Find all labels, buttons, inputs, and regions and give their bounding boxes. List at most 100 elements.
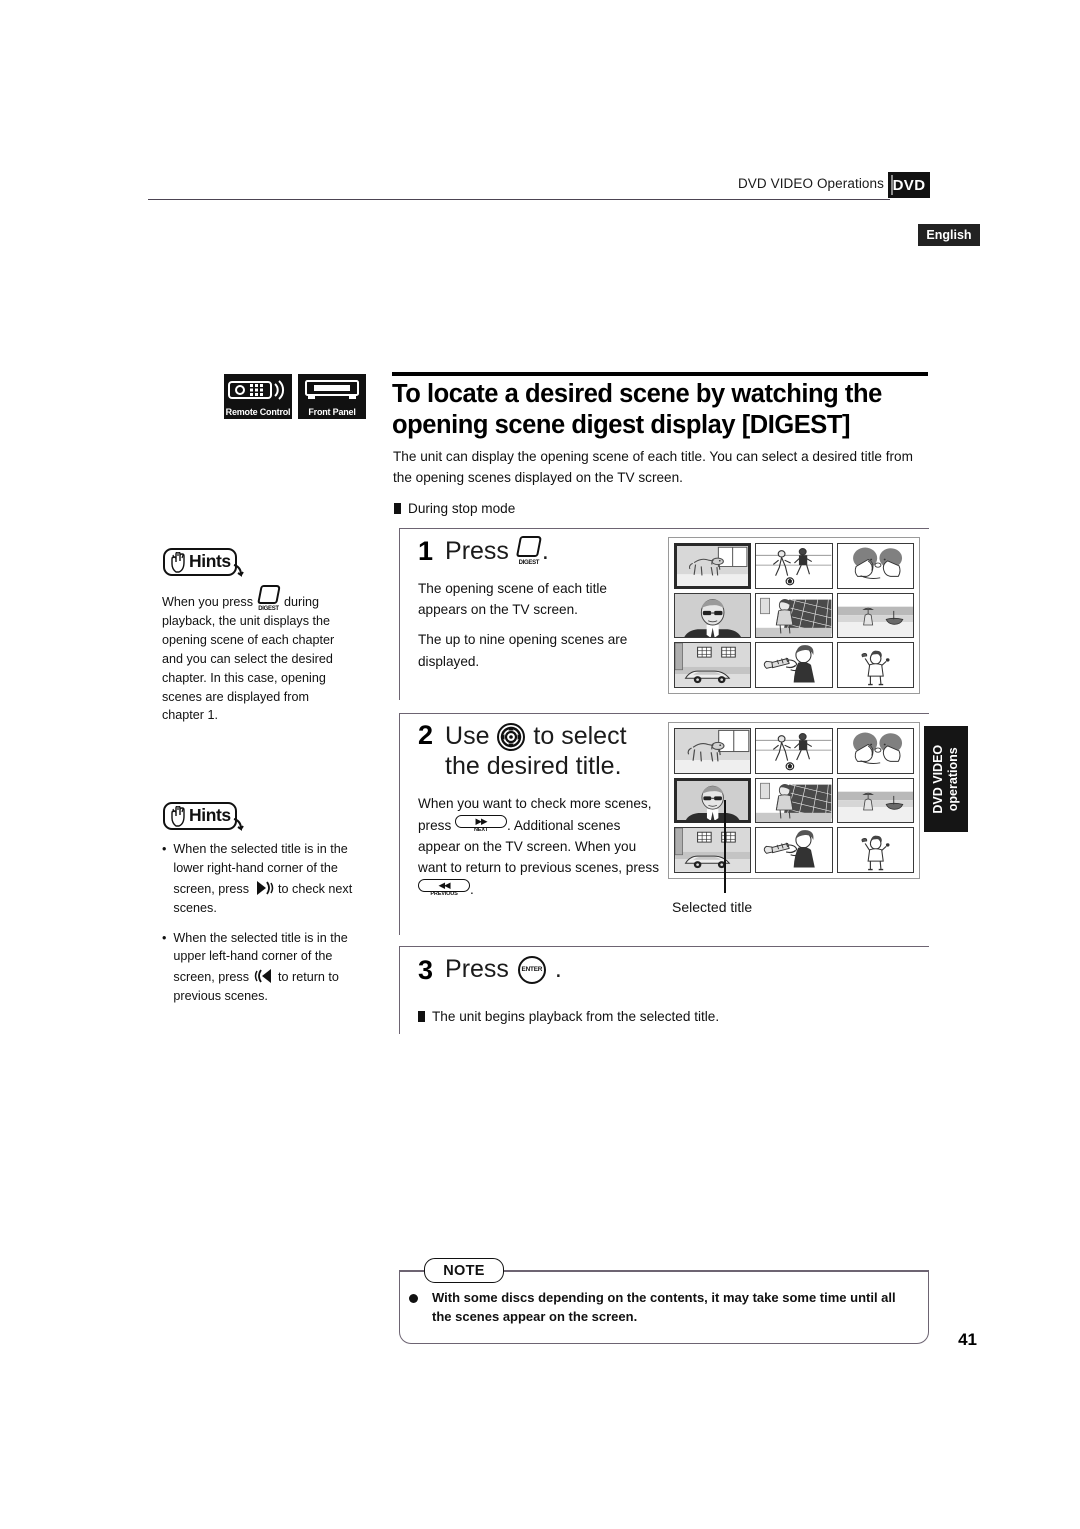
- step-1: 1 Press DIGEST . The opening scene of ea…: [418, 536, 658, 674]
- step3-result-label: The unit begins playback from the select…: [432, 1009, 720, 1024]
- device-badge-group: Remote Control Front Panel: [224, 374, 366, 419]
- step3-top-rule: [399, 946, 929, 947]
- step1-verb: Press: [445, 537, 509, 565]
- step3-period: .: [554, 955, 562, 983]
- next-button-icon[interactable]: ▶▶ NEXT: [455, 814, 508, 836]
- step2-body-text: When you want to check more scenes, pres…: [418, 793, 666, 901]
- note-bullet-dot: [409, 1294, 418, 1303]
- bullet-dot: •: [162, 842, 167, 856]
- step3-number: 3: [418, 954, 434, 985]
- scene-thumbnail-couple-kissing[interactable]: [836, 543, 914, 589]
- digest-grid-step1: [668, 537, 920, 694]
- step1-instruction: Press DIGEST .: [445, 536, 549, 566]
- front-panel-icon: [298, 379, 366, 401]
- scene-thumbnail-dog-in-room[interactable]: [674, 728, 752, 774]
- hints-text-1: When you press DIGEST during playback, t…: [162, 585, 352, 725]
- digest-grid-step2: [668, 722, 920, 879]
- scene-thumbnail-man-with-sunglasses[interactable]: [674, 777, 752, 824]
- step1-body: The opening scene of each title appears …: [418, 578, 658, 672]
- hints-badge-2: Hints: [163, 802, 244, 832]
- step3-heading: 3 Press ENTER .: [418, 954, 918, 986]
- selected-title-caption: Selected title: [672, 899, 753, 915]
- manual-page: DVD VIDEO Operations DVD English DVD VID…: [0, 0, 1080, 1529]
- scene-thumbnail-car-on-street[interactable]: [674, 827, 752, 873]
- scene-thumbnail-soccer-players[interactable]: [755, 543, 833, 589]
- step1-body-line2: The up to nine opening scenes are displa…: [418, 632, 628, 669]
- mode-heading-label: During stop mode: [408, 501, 516, 516]
- scene-thumbnail-person-waving[interactable]: [836, 827, 914, 873]
- hints2-item-1: • When the selected title is in the lowe…: [162, 840, 354, 918]
- note-text: With some discs depending on the content…: [432, 1290, 896, 1324]
- mode-heading: During stop mode: [394, 501, 515, 516]
- bullet-dot: •: [162, 930, 167, 945]
- step2-body: When you want to check more scenes, pres…: [418, 793, 666, 901]
- step2-left-rule: [399, 713, 400, 935]
- scene-thumbnail-soccer-players[interactable]: [755, 728, 833, 774]
- scene-thumbnail-man-with-sunglasses[interactable]: [674, 592, 752, 639]
- hints2-item1-text: When the selected title is in the lower …: [173, 840, 354, 918]
- step2-instruction: Use to select the desired title.: [445, 722, 666, 781]
- remote-control-badge-label: Remote Control: [225, 407, 291, 417]
- step1-body-line1: The opening scene of each title appears …: [418, 581, 607, 618]
- remote-control-icon: [224, 379, 292, 401]
- step3-result: The unit begins playback from the select…: [418, 1009, 918, 1024]
- step2-run3: .: [470, 882, 474, 898]
- digest-button-icon[interactable]: DIGEST: [256, 585, 281, 612]
- hints-label-1: Hints: [189, 551, 231, 571]
- section-side-tab: DVD VIDEO operations: [924, 726, 968, 832]
- skip-back-icon[interactable]: [253, 966, 275, 986]
- title-top-rule: [392, 372, 928, 376]
- step2-number: 2: [418, 720, 434, 750]
- step3-instruction: Press ENTER .: [445, 954, 562, 986]
- front-panel-badge-label: Front Panel: [308, 407, 356, 417]
- hints2-item-2: • When the selected title is in the uppe…: [162, 929, 354, 1007]
- intro-paragraph: The unit can display the opening scene o…: [393, 449, 913, 486]
- hints-list-2: • When the selected title is in the lowe…: [162, 840, 354, 1017]
- step1-number: 1: [418, 535, 434, 566]
- scene-thumbnail-car-on-street[interactable]: [674, 642, 752, 688]
- hints-label-2: Hints: [189, 805, 231, 825]
- page-title: To locate a desired scene by watching th…: [392, 380, 882, 439]
- scene-thumbnail-person-waving[interactable]: [836, 642, 914, 688]
- remote-control-badge: Remote Control: [224, 374, 292, 419]
- scene-thumbnail-trumpet-player[interactable]: [755, 642, 833, 688]
- scene-thumbnail-dog-in-room[interactable]: [674, 543, 752, 589]
- hints1-run2: during playback, the unit displays the o…: [162, 595, 335, 723]
- hints-badge-1: Hints: [163, 548, 244, 578]
- skip-forward-icon[interactable]: [253, 878, 275, 898]
- scene-thumbnail-beach-with-boat[interactable]: [836, 777, 914, 824]
- hand-pointer-icon: [169, 805, 189, 832]
- step1-left-rule: [399, 528, 400, 700]
- side-tab-line2: operations: [946, 747, 961, 811]
- language-badge: English: [918, 224, 980, 246]
- step-2: 2 Use to select the desired title. When …: [418, 722, 666, 903]
- selected-title-leader-line: [724, 800, 726, 893]
- scene-thumbnail-man-by-fence[interactable]: [755, 777, 833, 824]
- previous-button-icon[interactable]: ◀◀ PREVIOUS: [418, 878, 470, 900]
- hand-pointer-icon: [169, 551, 189, 578]
- scene-thumbnail-beach-with-boat[interactable]: [836, 592, 914, 639]
- enter-button-icon[interactable]: ENTER: [516, 954, 548, 986]
- running-header-title: DVD VIDEO Operations: [737, 176, 884, 191]
- dvd-disc-badge: DVD: [888, 172, 930, 198]
- hints1-run1: When you press: [162, 595, 257, 609]
- step2-top-rule: [399, 713, 929, 714]
- step2-verb: Use: [445, 722, 490, 750]
- scene-thumbnail-couple-kissing[interactable]: [836, 728, 914, 774]
- cursor-pad-icon[interactable]: [496, 722, 526, 752]
- step3-left-rule: [399, 946, 400, 1034]
- header-divider: [148, 199, 890, 200]
- page-number: 41: [958, 1330, 977, 1349]
- note-tab-label: NOTE: [424, 1258, 504, 1283]
- hints2-item2-text: When the selected title is in the upper …: [173, 929, 354, 1007]
- scene-thumbnail-trumpet-player[interactable]: [755, 827, 833, 873]
- scene-thumbnail-man-by-fence[interactable]: [755, 592, 833, 639]
- step1-top-rule: [399, 528, 929, 529]
- digest-button-icon[interactable]: DIGEST: [515, 536, 542, 566]
- side-tab-line1: DVD VIDEO: [930, 744, 945, 814]
- step2-heading: 2 Use to select the desired title.: [418, 722, 666, 781]
- step1-heading: 1 Press DIGEST .: [418, 536, 658, 566]
- step3-verb: Press: [445, 955, 509, 983]
- step1-period: .: [541, 537, 549, 565]
- front-panel-badge: Front Panel: [298, 374, 366, 419]
